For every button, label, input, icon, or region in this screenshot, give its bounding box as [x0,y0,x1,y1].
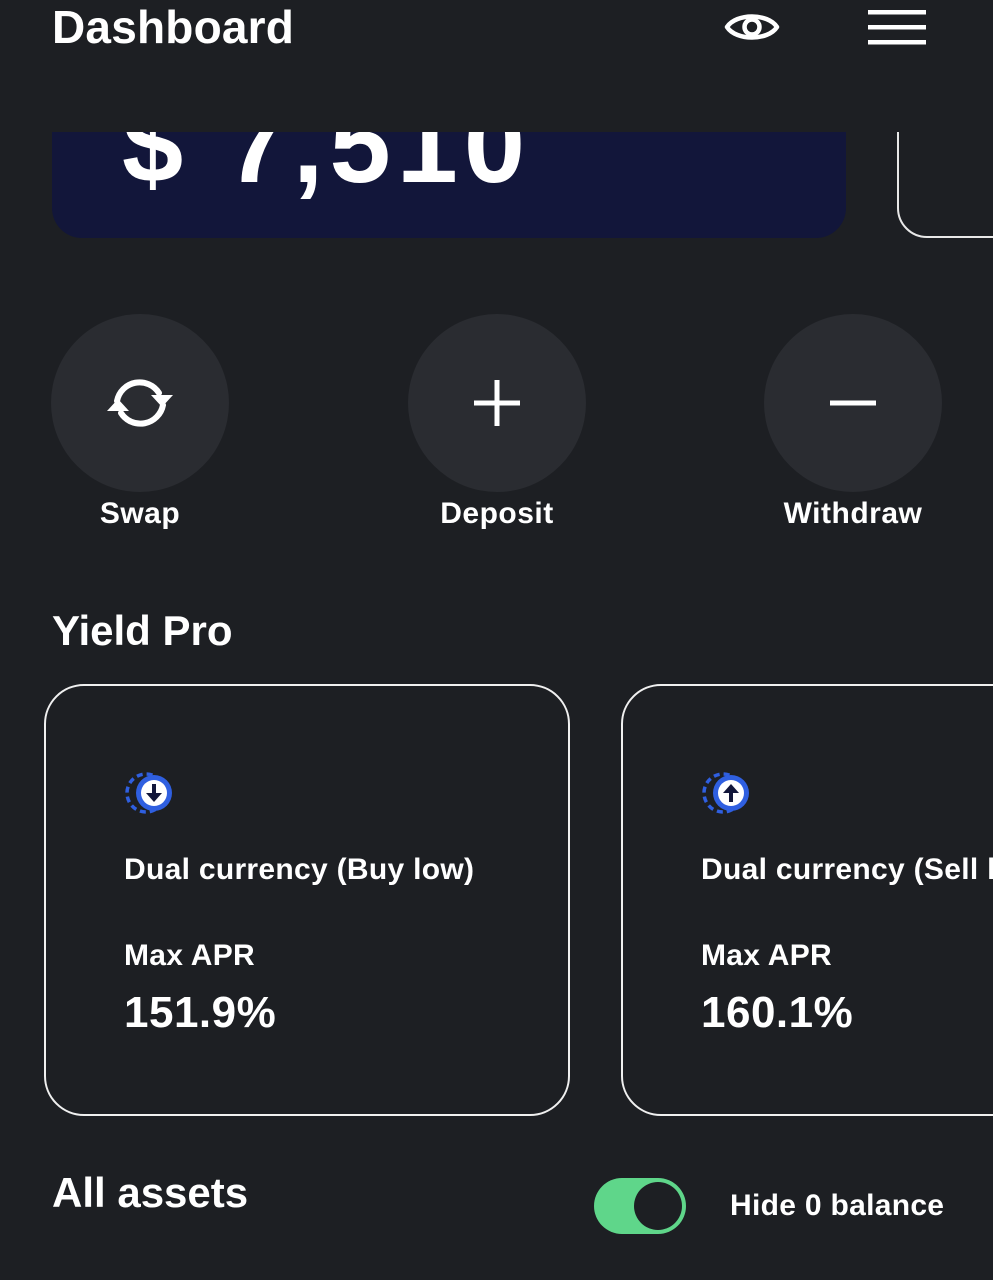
toggle-knob [634,1182,682,1230]
withdraw-action[interactable]: Withdraw [763,314,943,534]
deposit-action[interactable]: Deposit [407,314,587,534]
hide-zero-balance-label: Hide 0 balance [730,1189,945,1222]
menu-button[interactable] [862,2,932,52]
yield-pro-heading: Yield Pro [52,607,233,654]
hide-zero-balance-toggle[interactable] [594,1178,686,1234]
app-header: Dashboard [0,0,993,132]
max-apr-label: Max APR [701,939,833,972]
yield-card-sell-high[interactable]: Dual currency (Sell high) Max APR 160.1% [621,684,993,1116]
dashboard-screen: $ 7,510 Dashboard Swap Deposit Withdraw … [0,0,993,1280]
eye-icon [724,14,780,40]
max-apr-value: 151.9% [124,988,277,1037]
all-assets-heading: All assets [52,1169,249,1216]
deposit-label: Deposit [440,497,554,530]
yield-card-name: Dual currency (Sell high) [701,853,993,886]
arrow-down-circle-icon [124,770,180,816]
refresh-icon [107,379,173,427]
withdraw-button[interactable] [764,314,942,492]
max-apr-label: Max APR [124,939,256,972]
yield-card-buy-low[interactable]: Dual currency (Buy low) Max APR 151.9% [44,684,570,1116]
toggle-visibility-button[interactable] [722,4,782,50]
swap-label: Swap [99,497,181,530]
yield-card-name: Dual currency (Buy low) [124,853,475,886]
swap-button[interactable] [51,314,229,492]
plus-icon [474,380,520,426]
withdraw-label: Withdraw [783,497,923,530]
hamburger-menu-icon [868,10,926,45]
swap-action[interactable]: Swap [50,314,230,534]
max-apr-value: 160.1% [701,988,854,1037]
arrow-up-circle-icon [701,770,757,816]
minus-icon [830,400,876,406]
page-title: Dashboard [52,1,295,53]
deposit-button[interactable] [408,314,586,492]
